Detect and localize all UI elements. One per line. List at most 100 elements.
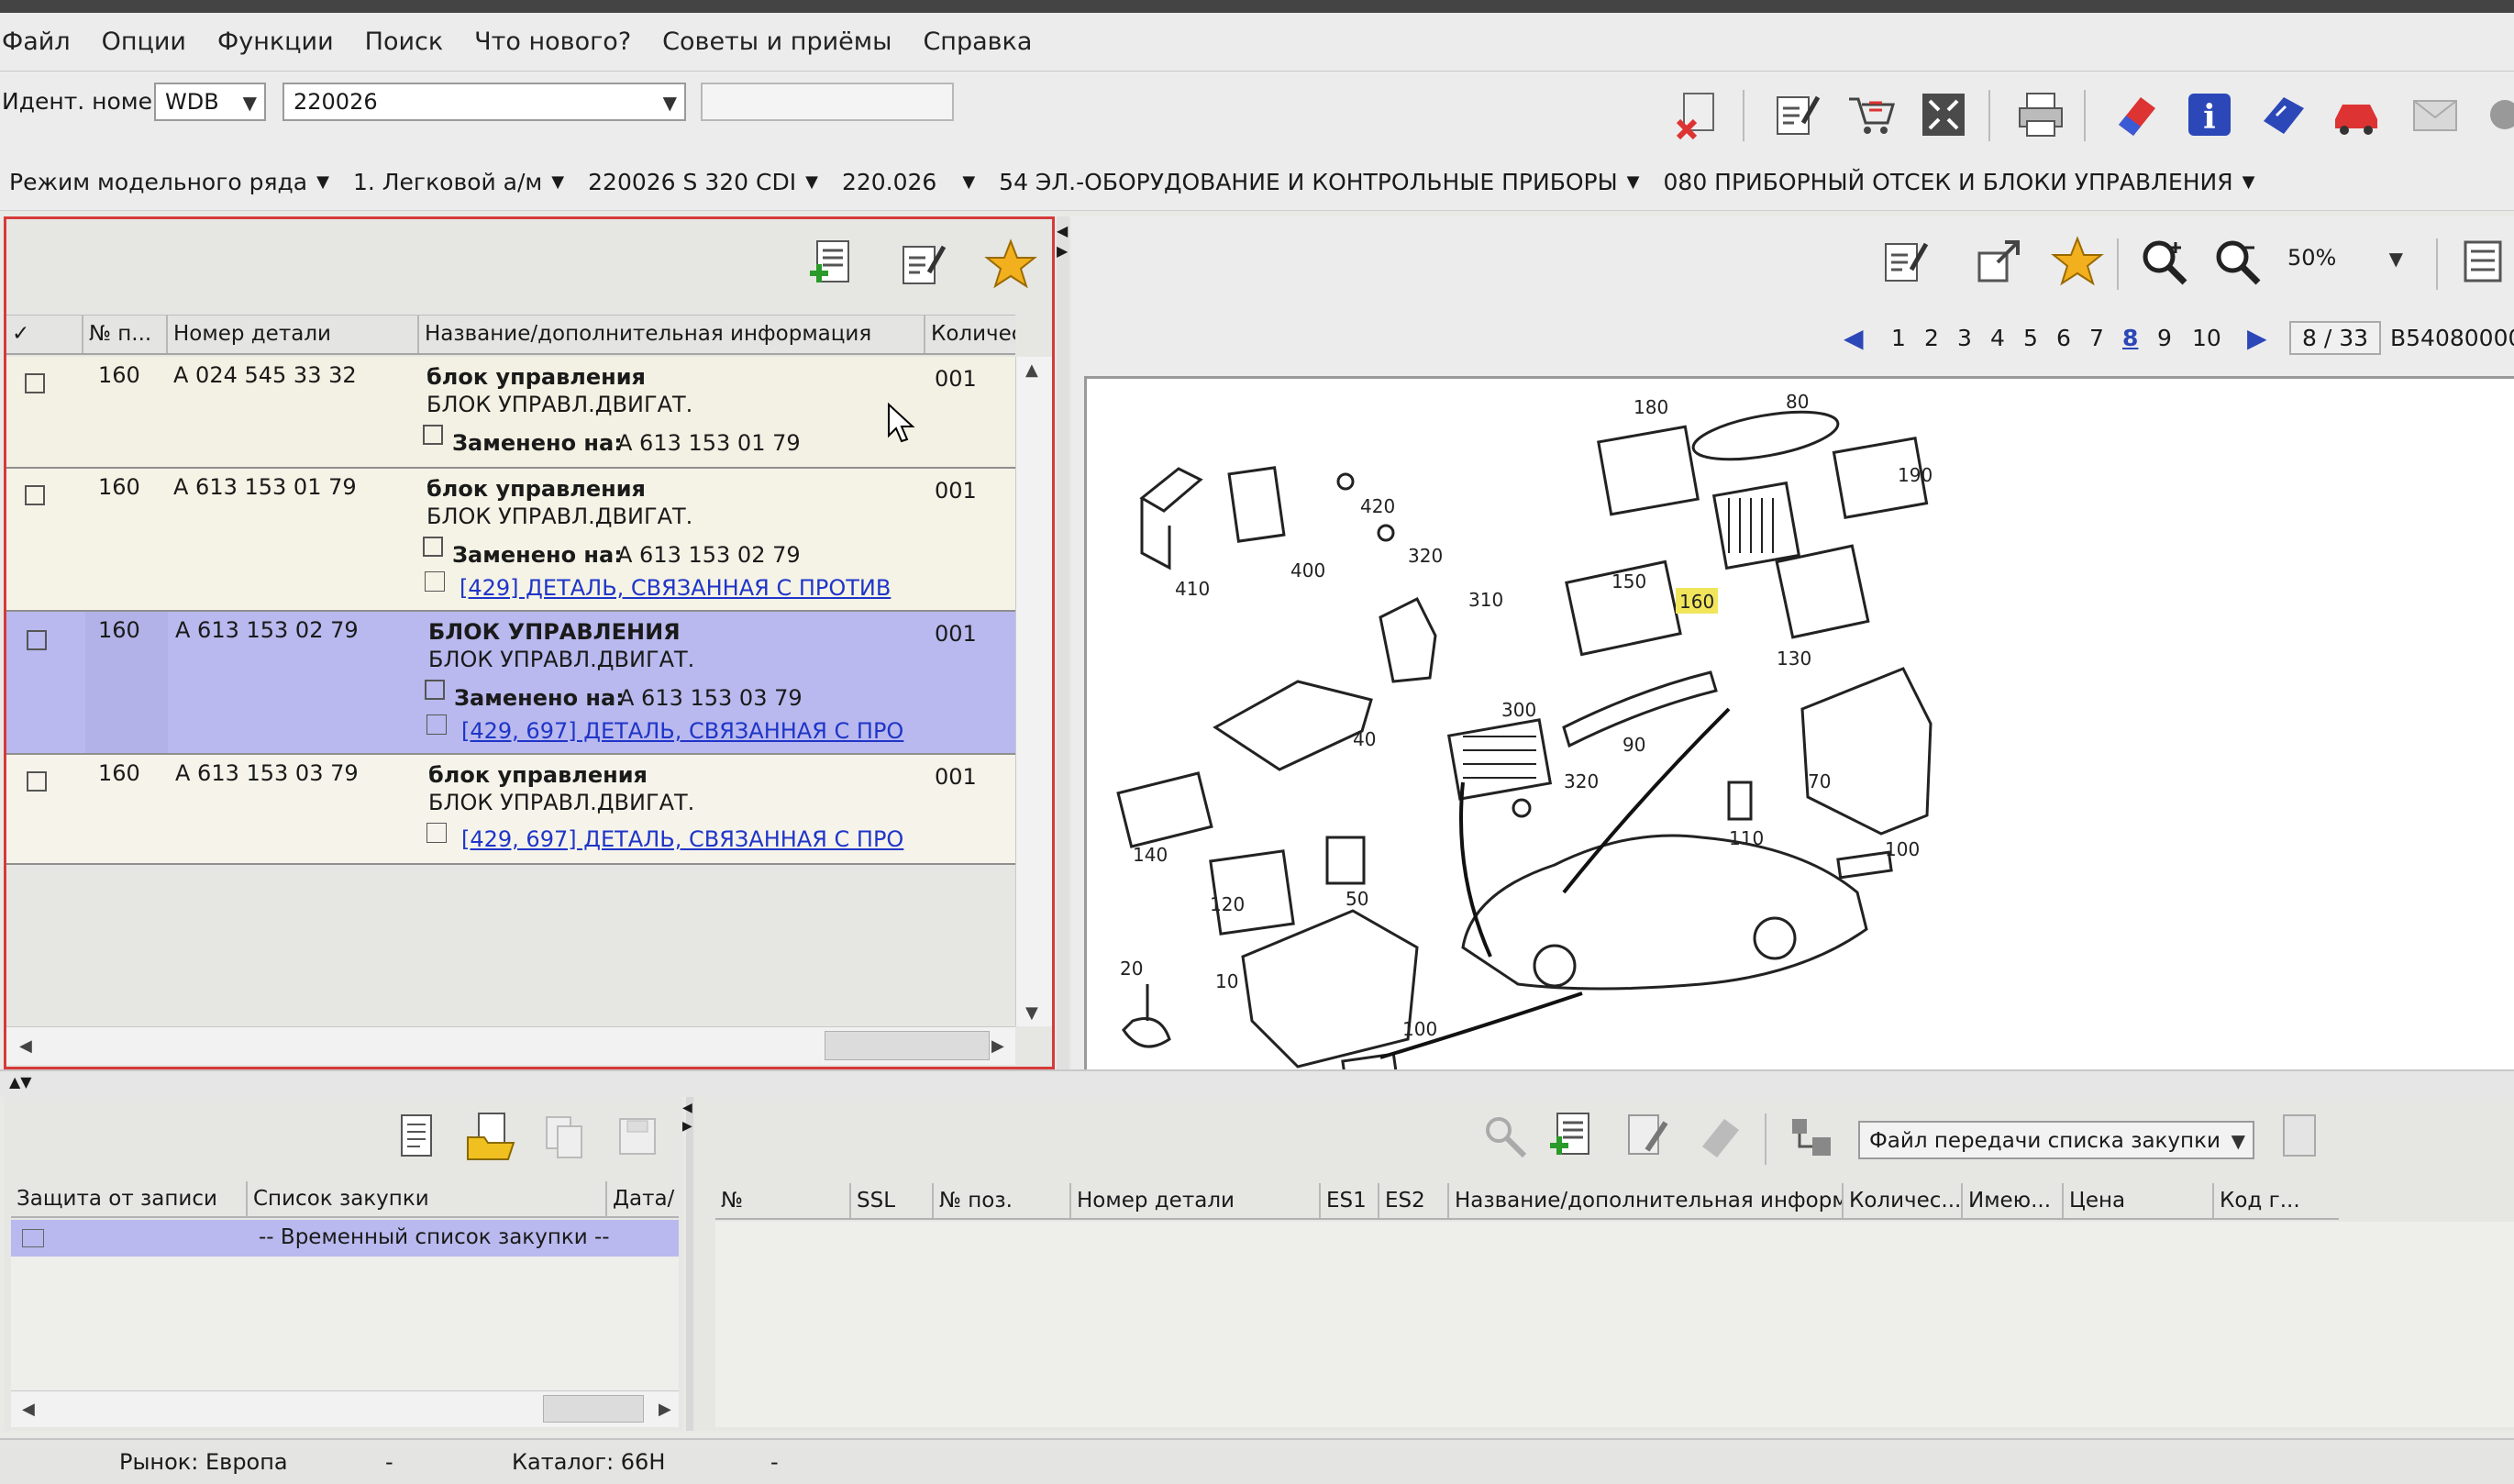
- transfer-icon[interactable]: [1783, 1108, 1840, 1165]
- row-checkbox[interactable]: [27, 771, 47, 792]
- callout-100b[interactable]: 100: [1402, 1018, 1437, 1040]
- fullscreen-icon[interactable]: [1915, 86, 1972, 143]
- ident-extra-field[interactable]: [701, 83, 954, 121]
- edit-list-icon[interactable]: [1768, 86, 1825, 143]
- note-link[interactable]: [429, 697] ДЕТАЛЬ, СВЯЗАННАЯ С ПРО: [461, 718, 903, 744]
- next-page-icon[interactable]: ▶: [2247, 323, 2267, 353]
- scroll-thumb[interactable]: [543, 1395, 644, 1423]
- replacement-checkbox[interactable]: [423, 425, 443, 445]
- col-position[interactable]: № поз.: [934, 1183, 1071, 1218]
- replacement-checkbox[interactable]: [425, 680, 445, 700]
- col-pos[interactable]: № п...: [83, 316, 168, 353]
- nav-type[interactable]: 220.026 ▼: [842, 169, 975, 195]
- table-row[interactable]: 160 A 024 545 33 32 блок управления БЛОК…: [6, 357, 1015, 469]
- col-name[interactable]: Название/дополнительная информ...: [1449, 1183, 1844, 1218]
- col-name[interactable]: Название/дополнительная информация: [419, 316, 925, 353]
- replacement-part[interactable]: A 613 153 01 79: [617, 430, 801, 456]
- list-view-icon[interactable]: [2454, 233, 2511, 290]
- menu-tips[interactable]: Советы и приёмы: [662, 28, 892, 56]
- nav-group[interactable]: 54 ЭЛ.-ОБОРУДОВАНИЕ И КОНТРОЛЬНЫЕ ПРИБОР…: [999, 169, 1639, 195]
- callout-40[interactable]: 40: [1353, 728, 1376, 750]
- shopping-horizontal-scrollbar[interactable]: ◀ ▶: [11, 1390, 679, 1427]
- col-es2[interactable]: ES2: [1379, 1183, 1449, 1218]
- callout-300[interactable]: 300: [1501, 699, 1536, 721]
- menu-help[interactable]: Справка: [923, 28, 1032, 56]
- menu-whats-new[interactable]: Что нового?: [474, 28, 631, 56]
- open-folder-icon[interactable]: [462, 1108, 519, 1165]
- page-9[interactable]: 9: [2157, 325, 2172, 351]
- col-price[interactable]: Цена: [2064, 1183, 2214, 1218]
- page-4[interactable]: 4: [1990, 325, 2005, 351]
- table-row[interactable]: 160 A 613 153 01 79 блок управления БЛОК…: [6, 469, 1015, 612]
- menu-functions[interactable]: Функции: [217, 28, 334, 56]
- col-check[interactable]: ✓: [6, 316, 83, 353]
- menu-file[interactable]: Файл: [2, 28, 71, 56]
- edit-list-icon[interactable]: [1877, 233, 1933, 290]
- callout-70[interactable]: 70: [1808, 770, 1831, 792]
- scroll-right-icon[interactable]: ▶: [991, 1036, 1004, 1056]
- menu-options[interactable]: Опции: [102, 28, 186, 56]
- scroll-thumb[interactable]: [825, 1031, 990, 1060]
- ident-prefix-select[interactable]: WDB ▼: [154, 83, 266, 121]
- page-5[interactable]: 5: [2023, 325, 2038, 351]
- collapse-left-icon[interactable]: ◀: [682, 1101, 692, 1115]
- collapse-right-icon[interactable]: ▶: [1057, 242, 1068, 260]
- callout-110[interactable]: 110: [1729, 827, 1764, 849]
- callout-180[interactable]: 180: [1634, 396, 1668, 418]
- collapse-left-icon[interactable]: ◀: [1057, 222, 1068, 239]
- note-link[interactable]: [429, 697] ДЕТАЛЬ, СВЯЗАННАЯ С ПРО: [461, 826, 903, 852]
- col-shopping-list[interactable]: Список закупки: [248, 1181, 607, 1216]
- page-6[interactable]: 6: [2056, 325, 2071, 351]
- note-link[interactable]: [429] ДЕТАЛЬ, СВЯЗАННАЯ С ПРОТИВ: [460, 575, 891, 601]
- scroll-left-icon[interactable]: ◀: [19, 1036, 32, 1056]
- col-part-number[interactable]: Номер детали: [1071, 1183, 1321, 1218]
- callout-20[interactable]: 20: [1120, 958, 1143, 980]
- callout-150[interactable]: 150: [1611, 570, 1646, 592]
- col-es1[interactable]: ES1: [1321, 1183, 1379, 1218]
- cart-icon[interactable]: [1842, 86, 1899, 143]
- callout-420[interactable]: 420: [1360, 495, 1395, 517]
- table-row-selected[interactable]: 160 A 613 153 02 79 БЛОК УПРАВЛЕНИЯ БЛОК…: [6, 612, 1015, 755]
- horizontal-splitter[interactable]: ▲▼: [0, 1069, 2514, 1097]
- list-item[interactable]: -- Временный список закупки --: [11, 1220, 679, 1257]
- parts-vertical-scrollbar[interactable]: ▲ ▼: [1015, 357, 1052, 1026]
- callout-80[interactable]: 80: [1786, 391, 1809, 413]
- callout-160[interactable]: 160: [1679, 591, 1714, 613]
- callout-90[interactable]: 90: [1622, 734, 1645, 756]
- callout-50[interactable]: 50: [1346, 888, 1368, 910]
- col-date[interactable]: Дата/: [607, 1181, 679, 1216]
- nav-subgroup[interactable]: 080 ПРИБОРНЫЙ ОТСЕК И БЛОКИ УПРАВЛЕНИЯ ▼: [1664, 169, 2255, 195]
- scroll-right-icon[interactable]: ▶: [659, 1400, 671, 1419]
- callout-140[interactable]: 140: [1133, 844, 1168, 866]
- parts-horizontal-scrollbar[interactable]: ◀ ▶: [6, 1026, 1015, 1065]
- replacement-part[interactable]: A 613 153 02 79: [617, 542, 801, 568]
- favorite-star-icon[interactable]: [982, 236, 1039, 293]
- car-icon[interactable]: [2328, 86, 2385, 143]
- scroll-up-icon[interactable]: ▲: [1025, 360, 1038, 380]
- col-part-number[interactable]: Номер детали: [168, 316, 419, 353]
- transfer-file-select[interactable]: Файл передачи списка закупки ▼: [1858, 1121, 2254, 1159]
- vertical-splitter[interactable]: ◀ ▶: [1057, 216, 1069, 1069]
- zoom-out-icon[interactable]: [2209, 233, 2265, 290]
- expand-image-icon[interactable]: [1970, 233, 2027, 290]
- zoom-select[interactable]: 50% ▼: [2278, 240, 2410, 279]
- callout-410[interactable]: 410: [1175, 578, 1210, 600]
- page-10[interactable]: 10: [2192, 325, 2221, 351]
- table-row[interactable]: 160 A 613 153 03 79 блок управления БЛОК…: [6, 755, 1015, 865]
- row-checkbox[interactable]: [25, 373, 45, 393]
- col-available[interactable]: Имею...: [1963, 1183, 2064, 1218]
- add-to-list-icon[interactable]: [804, 236, 861, 293]
- info-icon[interactable]: i: [2181, 86, 2238, 143]
- callout-120[interactable]: 120: [1210, 893, 1245, 915]
- row-checkbox[interactable]: [27, 630, 47, 650]
- print-icon[interactable]: [2012, 86, 2069, 143]
- page-7[interactable]: 7: [2089, 325, 2104, 351]
- delete-doc-icon[interactable]: [1669, 86, 1726, 143]
- callout-10[interactable]: 10: [1215, 970, 1238, 992]
- callout-100a[interactable]: 100: [1885, 838, 1920, 860]
- exploded-parts-diagram[interactable]: 180 80 190 420 400 410 320 310 150 160 1…: [1084, 376, 2514, 1081]
- add-to-list-icon[interactable]: [1545, 1108, 1601, 1165]
- col-ssl[interactable]: SSL: [851, 1183, 934, 1218]
- page-2[interactable]: 2: [1924, 325, 1939, 351]
- page-3[interactable]: 3: [1957, 325, 1972, 351]
